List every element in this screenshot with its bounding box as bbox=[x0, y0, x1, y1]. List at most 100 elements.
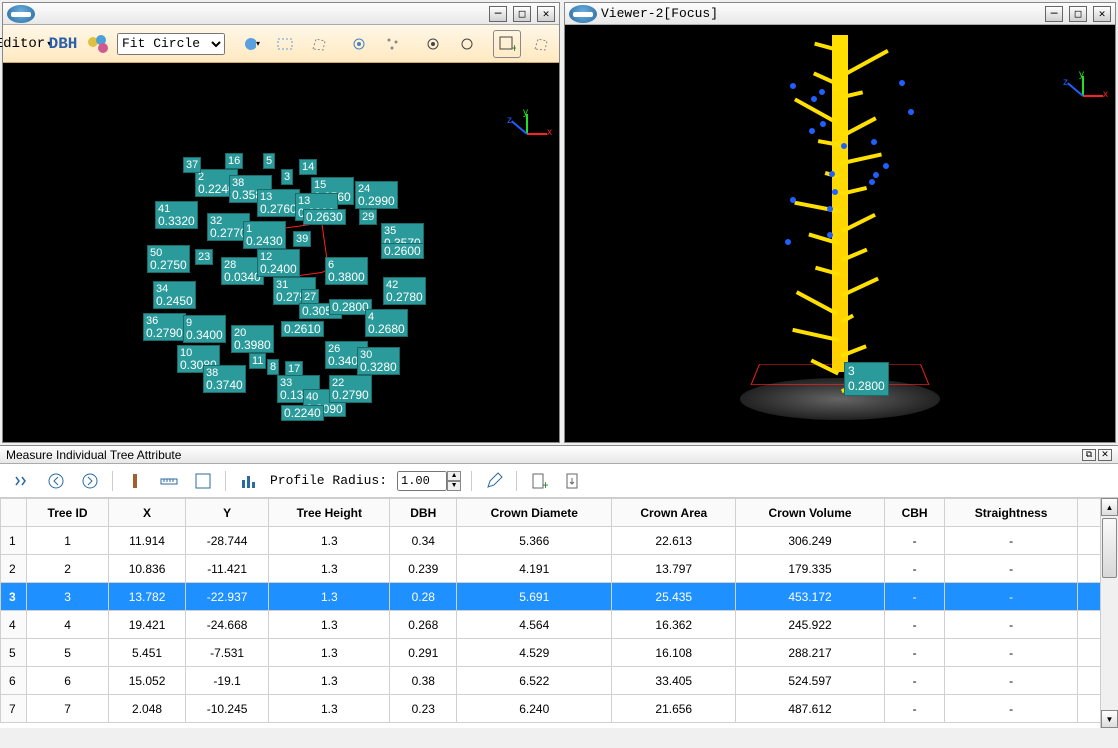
dbh-tag[interactable]: 220.2790 bbox=[329, 375, 372, 403]
dbh-tag[interactable]: 200.3980 bbox=[231, 325, 274, 353]
tree-attribute-table[interactable]: Tree IDXYTree HeightDBHCrown DiameteCrow… bbox=[0, 498, 1118, 728]
table-row[interactable]: 6615.052-19.11.30.386.52233.405524.597-- bbox=[1, 667, 1118, 695]
radio-select-button[interactable] bbox=[345, 30, 373, 58]
scale-button[interactable] bbox=[191, 469, 215, 493]
table-header[interactable]: CBH bbox=[884, 499, 944, 527]
table-header[interactable]: Crown Diamete bbox=[457, 499, 612, 527]
radio-a-button[interactable] bbox=[419, 30, 447, 58]
editor-viewport[interactable]: x y z 20.224037165380.3580130.2760143150… bbox=[3, 63, 559, 442]
dbh-tag[interactable]: 120.2400 bbox=[257, 249, 300, 277]
dbh-tag[interactable]: 130.2760 bbox=[257, 189, 300, 217]
maximize-button[interactable]: □ bbox=[513, 6, 531, 22]
close-button[interactable]: ✕ bbox=[537, 6, 555, 22]
scroll-up-button[interactable]: ▲ bbox=[1101, 498, 1118, 516]
prev-button[interactable] bbox=[44, 469, 68, 493]
dbh-tag[interactable]: 340.2450 bbox=[153, 281, 196, 309]
dbh-tag[interactable]: 14 bbox=[299, 159, 317, 175]
close-button[interactable]: ✕ bbox=[1098, 449, 1112, 461]
step-down-button[interactable]: ▼ bbox=[447, 481, 461, 491]
dbh-tag[interactable]: 40.2680 bbox=[365, 309, 408, 337]
minimize-button[interactable]: ─ bbox=[489, 6, 507, 22]
dbh-tag[interactable]: 0.2630 bbox=[303, 209, 346, 225]
dbh-tool-button[interactable]: DBH bbox=[49, 30, 77, 58]
dbh-tag[interactable]: 60.3800 bbox=[325, 257, 368, 285]
dbh-tag[interactable]: 420.2780 bbox=[383, 277, 426, 305]
minimize-button[interactable]: ─ bbox=[1045, 6, 1063, 22]
table-cell: - bbox=[884, 667, 944, 695]
fit-method-select[interactable]: Fit Circle Fit Ellipse bbox=[117, 33, 225, 55]
arrow-right-circle-icon bbox=[81, 472, 99, 490]
row-header[interactable]: 2 bbox=[1, 555, 27, 583]
brush-circle-button[interactable]: ▾ bbox=[237, 30, 265, 58]
dbh-tag[interactable]: 37 bbox=[183, 157, 201, 173]
editor-menu[interactable]: Editor▾ bbox=[9, 30, 37, 58]
row-header[interactable]: 5 bbox=[1, 639, 27, 667]
table-header[interactable]: Tree Height bbox=[269, 499, 390, 527]
table-header[interactable]: X bbox=[109, 499, 186, 527]
maximize-button[interactable]: □ bbox=[1069, 6, 1087, 22]
row-header[interactable]: 3 bbox=[1, 583, 27, 611]
table-header[interactable]: Straightness bbox=[945, 499, 1078, 527]
add-page-button[interactable]: + bbox=[527, 469, 551, 493]
table-row[interactable]: 555.451-7.5311.30.2914.52916.108288.217-… bbox=[1, 639, 1118, 667]
dock-button[interactable]: ⧉ bbox=[1082, 449, 1096, 461]
dbh-tag[interactable]: 90.3400 bbox=[183, 315, 226, 343]
dbh-tag[interactable]: 3 bbox=[281, 169, 293, 185]
scroll-down-button[interactable]: ▼ bbox=[1101, 710, 1118, 728]
table-scrollbar[interactable]: ▲ ▼ bbox=[1100, 498, 1118, 728]
table-row[interactable]: 772.048-10.2451.30.236.24021.656487.612-… bbox=[1, 695, 1118, 723]
table-cell: 2.048 bbox=[109, 695, 186, 723]
dbh-tag[interactable]: 8 bbox=[267, 359, 279, 375]
profile-button[interactable] bbox=[236, 469, 260, 493]
delete-poly-button[interactable] bbox=[527, 30, 555, 58]
dbh-tag[interactable]: 0.2600 bbox=[381, 243, 424, 259]
dbh-tag[interactable]: 360.2790 bbox=[143, 313, 186, 341]
table-header[interactable]: Y bbox=[186, 499, 269, 527]
table-corner bbox=[1, 499, 27, 527]
row-header[interactable]: 6 bbox=[1, 667, 27, 695]
table-row[interactable]: 3313.782-22.9371.30.285.69125.435453.172… bbox=[1, 583, 1118, 611]
lasso-poly-button[interactable] bbox=[305, 30, 333, 58]
close-button[interactable]: ✕ bbox=[1093, 6, 1111, 22]
scroll-thumb[interactable] bbox=[1102, 518, 1117, 578]
table-row[interactable]: 1111.914-28.7441.30.345.36622.613306.249… bbox=[1, 527, 1118, 555]
height-tool-button[interactable] bbox=[123, 469, 147, 493]
dbh-tag[interactable]: 410.3320 bbox=[155, 201, 198, 229]
dbh-tag[interactable]: 23 bbox=[195, 249, 213, 265]
lasso-rect-button[interactable] bbox=[271, 30, 299, 58]
row-header[interactable]: 1 bbox=[1, 527, 27, 555]
row-header[interactable]: 7 bbox=[1, 695, 27, 723]
ruler-button[interactable] bbox=[157, 469, 181, 493]
profile-radius-stepper[interactable]: ▲▼ bbox=[397, 471, 461, 491]
profile-radius-input[interactable] bbox=[397, 471, 447, 491]
dbh-tag[interactable]: 29 bbox=[359, 209, 377, 225]
dbh-tag[interactable]: 300.3280 bbox=[357, 347, 400, 375]
dbh-tag[interactable]: 10.2430 bbox=[243, 221, 286, 249]
radio-b-button[interactable] bbox=[453, 30, 481, 58]
table-row[interactable]: 2210.836-11.4211.30.2394.19113.797179.33… bbox=[1, 555, 1118, 583]
expand-tool-button[interactable] bbox=[10, 469, 34, 493]
dbh-tag[interactable]: 5 bbox=[263, 153, 275, 169]
dbh-tag[interactable]: 240.2990 bbox=[355, 181, 398, 209]
dbh-tag[interactable]: 39 bbox=[293, 231, 311, 247]
add-rect-button[interactable]: + bbox=[493, 30, 521, 58]
dbh-tag[interactable]: 380.3740 bbox=[203, 365, 246, 393]
step-up-button[interactable]: ▲ bbox=[447, 471, 461, 481]
cluster-color-button[interactable] bbox=[83, 30, 111, 58]
export-page-button[interactable] bbox=[561, 469, 585, 493]
next-button[interactable] bbox=[78, 469, 102, 493]
table-header[interactable]: Crown Volume bbox=[736, 499, 885, 527]
table-row[interactable]: 4419.421-24.6681.30.2684.56416.362245.92… bbox=[1, 611, 1118, 639]
scatter-button[interactable] bbox=[379, 30, 407, 58]
viewer-viewport[interactable]: x y z 30.2800 bbox=[565, 25, 1115, 442]
table-header[interactable]: DBH bbox=[390, 499, 457, 527]
dbh-tag[interactable]: 500.2750 bbox=[147, 245, 190, 273]
dbh-tag[interactable]: 16 bbox=[225, 153, 243, 169]
dbh-tag[interactable]: 0.2240 bbox=[281, 405, 324, 421]
dbh-tag[interactable]: 11 bbox=[249, 353, 266, 369]
table-header[interactable]: Tree ID bbox=[27, 499, 109, 527]
edit-button[interactable] bbox=[482, 469, 506, 493]
dbh-tag[interactable]: 0.2610 bbox=[281, 321, 324, 337]
table-header[interactable]: Crown Area bbox=[612, 499, 736, 527]
row-header[interactable]: 4 bbox=[1, 611, 27, 639]
